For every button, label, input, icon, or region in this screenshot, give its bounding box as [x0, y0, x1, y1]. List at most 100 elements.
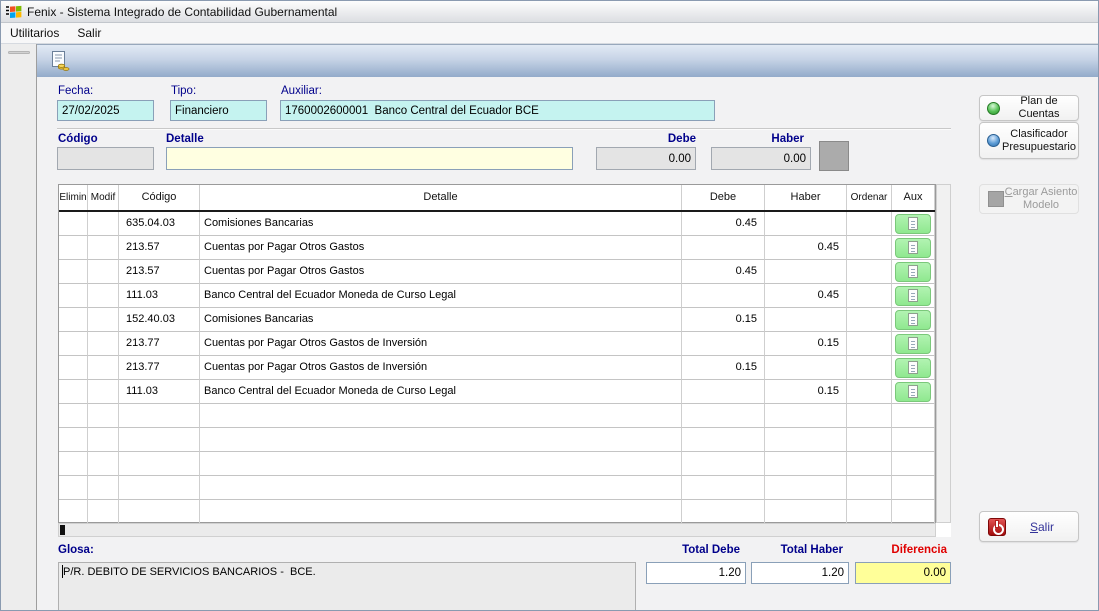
haber-label: Haber — [756, 133, 804, 145]
detalle-label: Detalle — [166, 133, 204, 145]
codigo-input[interactable] — [57, 147, 154, 170]
cell-aux — [892, 452, 935, 476]
cell-modif — [88, 380, 119, 404]
document-icon — [908, 217, 918, 230]
cell-aux — [892, 500, 935, 524]
table-row[interactable]: 213.77Cuentas por Pagar Otros Gastos de … — [59, 332, 935, 356]
aux-button[interactable] — [895, 214, 931, 234]
aux-button[interactable] — [895, 310, 931, 330]
plan-de-cuentas-button[interactable]: Plan de Cuentas — [979, 95, 1079, 121]
salir-label: Salir — [1006, 520, 1078, 534]
table-body: 635.04.03Comisiones Bancarias0.45213.57C… — [59, 212, 935, 524]
codigo-label: Código — [58, 133, 98, 145]
header-debe: Debe — [682, 185, 765, 210]
plan-de-cuentas-label: Plan de Cuentas — [1000, 95, 1078, 120]
cell-elimin — [59, 284, 88, 308]
cell-debe — [682, 476, 765, 500]
cell-ordenar — [847, 356, 892, 380]
tipo-input[interactable] — [170, 100, 267, 121]
total-debe-input[interactable] — [646, 562, 746, 584]
cell-debe — [682, 428, 765, 452]
menu-salir[interactable]: Salir — [68, 23, 110, 43]
cargar-asiento-modelo-button[interactable]: Cargar Asiento Modelo — [979, 184, 1079, 214]
document-icon — [908, 385, 918, 398]
cell-ordenar — [847, 452, 892, 476]
aux-button[interactable] — [895, 238, 931, 258]
fecha-input[interactable] — [57, 100, 154, 121]
table-row[interactable] — [59, 452, 935, 476]
left-splitter-panel[interactable] — [1, 44, 37, 611]
total-haber-input[interactable] — [751, 562, 849, 584]
blue-sphere-icon — [987, 134, 1000, 147]
table-horizontal-scrollbar[interactable] — [58, 523, 936, 537]
table-row[interactable]: 111.03Banco Central del Ecuador Moneda d… — [59, 284, 935, 308]
aux-button[interactable] — [895, 334, 931, 354]
entry-action-button[interactable] — [819, 141, 849, 171]
cell-detalle: Comisiones Bancarias — [200, 308, 682, 332]
fecha-label: Fecha: — [58, 85, 93, 97]
document-icon — [908, 337, 918, 350]
cell-debe — [682, 236, 765, 260]
cell-haber: 0.15 — [765, 332, 847, 356]
table-row[interactable]: 213.57Cuentas por Pagar Otros Gastos0.45 — [59, 236, 935, 260]
diferencia-input[interactable] — [855, 562, 951, 584]
cell-codigo — [119, 452, 200, 476]
table-row[interactable]: 635.04.03Comisiones Bancarias0.45 — [59, 212, 935, 236]
detalle-input[interactable] — [166, 147, 573, 170]
table-row[interactable]: 111.03Banco Central del Ecuador Moneda d… — [59, 380, 935, 404]
document-coins-icon — [50, 50, 70, 72]
cell-modif — [88, 284, 119, 308]
cell-ordenar — [847, 260, 892, 284]
diferencia-label: Diferencia — [855, 544, 951, 556]
menu-utilitarios[interactable]: Utilitarios — [1, 23, 68, 43]
menu-bar: Utilitarios Salir — [1, 23, 1098, 44]
table-row[interactable] — [59, 500, 935, 524]
auxiliar-input[interactable] — [280, 100, 715, 121]
cell-modif — [88, 308, 119, 332]
cell-elimin — [59, 380, 88, 404]
clasificador-presupuestario-button[interactable]: Clasificador Presupuestario — [979, 122, 1079, 159]
total-debe-label: Total Debe — [646, 544, 746, 556]
cell-debe: 0.15 — [682, 356, 765, 380]
table-row[interactable] — [59, 476, 935, 500]
aux-button[interactable] — [895, 262, 931, 282]
cell-codigo: 152.40.03 — [119, 308, 200, 332]
debe-input[interactable] — [596, 147, 696, 170]
header-detalle: Detalle — [200, 185, 682, 210]
splitter-grip-icon[interactable] — [8, 51, 30, 54]
haber-input[interactable] — [711, 147, 811, 170]
cell-detalle: Cuentas por Pagar Otros Gastos — [200, 260, 682, 284]
cell-codigo: 111.03 — [119, 380, 200, 404]
table-row[interactable] — [59, 404, 935, 428]
scrollbar-corner — [936, 523, 951, 537]
cell-ordenar — [847, 212, 892, 236]
aux-button[interactable] — [895, 358, 931, 378]
new-entry-button[interactable] — [47, 48, 73, 74]
table-header-row: Elimin Modif Código Detalle Debe Haber O… — [59, 185, 935, 212]
cell-debe — [682, 284, 765, 308]
salir-button[interactable]: Salir — [979, 511, 1079, 542]
table-row[interactable]: 213.77Cuentas por Pagar Otros Gastos de … — [59, 356, 935, 380]
table-row[interactable]: 152.40.03Comisiones Bancarias0.15 — [59, 308, 935, 332]
scrollbar-thumb[interactable] — [60, 525, 65, 535]
total-haber-label: Total Haber — [751, 544, 849, 556]
cell-detalle — [200, 404, 682, 428]
table-row[interactable] — [59, 428, 935, 452]
aux-button[interactable] — [895, 382, 931, 402]
cell-debe: 0.45 — [682, 260, 765, 284]
cell-aux — [892, 308, 935, 332]
table-row[interactable]: 213.57Cuentas por Pagar Otros Gastos0.45 — [59, 260, 935, 284]
table-vertical-scrollbar[interactable] — [936, 184, 951, 523]
cell-codigo: 213.57 — [119, 260, 200, 284]
toolbar — [37, 45, 1099, 77]
cell-haber — [765, 356, 847, 380]
cell-elimin — [59, 212, 88, 236]
cell-elimin — [59, 356, 88, 380]
glosa-textarea[interactable]: P/R. DEBITO DE SERVICIOS BANCARIOS - BCE… — [58, 562, 636, 611]
cell-haber — [765, 500, 847, 524]
aux-button[interactable] — [895, 286, 931, 306]
green-sphere-icon — [987, 102, 1000, 115]
cell-elimin — [59, 428, 88, 452]
cell-modif — [88, 356, 119, 380]
document-icon — [908, 361, 918, 374]
